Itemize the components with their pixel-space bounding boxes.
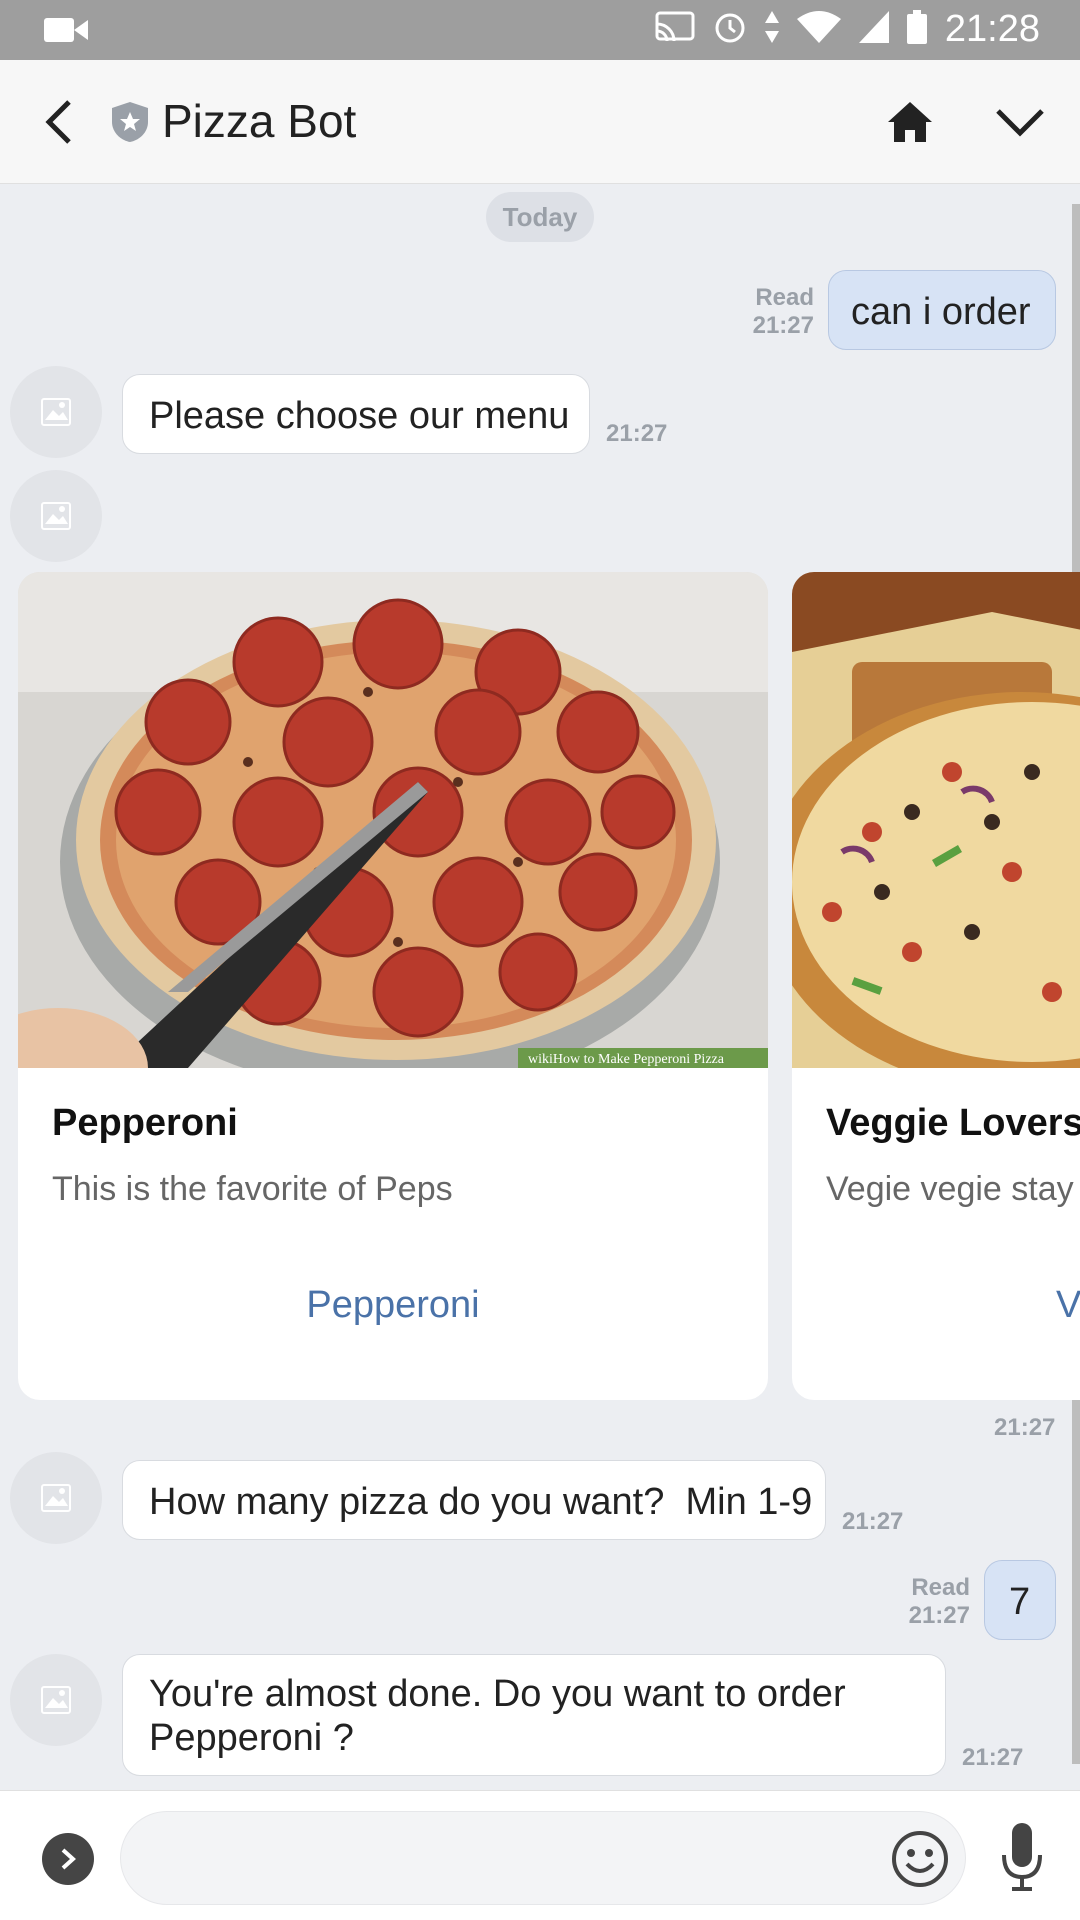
back-button[interactable] bbox=[28, 92, 88, 152]
data-arrows-icon bbox=[764, 11, 779, 48]
home-button[interactable] bbox=[880, 92, 940, 152]
wifi-icon bbox=[796, 11, 841, 48]
bot-message-bubble: Please choose our menu bbox=[122, 374, 590, 454]
message-time: 21:27 bbox=[994, 1414, 1056, 1441]
message-text: 7 bbox=[1009, 1581, 1031, 1623]
message-meta: Read 21:27 bbox=[894, 1574, 970, 1629]
bot-shield-icon bbox=[110, 100, 150, 149]
image-caption: wikiHow to Make Pepperoni Pizza bbox=[528, 1052, 725, 1067]
user-message-bubble: can i order bbox=[828, 270, 1056, 350]
expand-button[interactable] bbox=[42, 1833, 94, 1885]
card-action-button[interactable]: V bbox=[1056, 1284, 1080, 1327]
read-receipt: Read bbox=[911, 1574, 970, 1601]
expand-arrow-icon bbox=[61, 1848, 76, 1870]
message-time: 21:27 bbox=[752, 311, 814, 339]
message-text-line: Pepperoni ? bbox=[149, 1716, 354, 1759]
clock: 21:28 bbox=[944, 8, 1040, 50]
signal-icon bbox=[858, 11, 889, 48]
carousel-card-veggie[interactable]: Veggie Lovers Vegie vegie stay V bbox=[792, 572, 1080, 1400]
cast-icon bbox=[655, 11, 695, 48]
alarm-icon bbox=[713, 10, 747, 49]
microphone-icon bbox=[1002, 1823, 1042, 1891]
bot-message-bubble: You're almost done. Do you want to order… bbox=[122, 1654, 946, 1776]
message-time: 21:27 bbox=[908, 1601, 970, 1629]
carousel-card-pepperoni[interactable]: wikiHow to Make Pepperoni Pizza Pepperon… bbox=[18, 572, 768, 1400]
card-action-button[interactable]: Pepperoni bbox=[18, 1284, 768, 1327]
bot-avatar[interactable] bbox=[10, 470, 102, 562]
chat-header: Pizza Bot bbox=[0, 60, 1080, 184]
bot-avatar[interactable] bbox=[10, 1654, 102, 1746]
bot-message-bubble: How many pizza do you want? Min 1-9 bbox=[122, 1460, 826, 1540]
message-meta: Read 21:27 bbox=[738, 284, 814, 339]
bot-avatar[interactable] bbox=[10, 1452, 102, 1544]
card-title: Veggie Lovers bbox=[826, 1102, 1080, 1144]
message-input-bar bbox=[0, 1790, 1080, 1920]
message-text: Please choose our menu bbox=[149, 395, 570, 437]
message-text-line: You're almost done. Do you want to order bbox=[149, 1673, 846, 1715]
veggie-pizza-image bbox=[792, 572, 1080, 1068]
status-bar: 21:28 bbox=[0, 0, 1080, 60]
image-placeholder-icon bbox=[41, 1484, 71, 1512]
pepperoni-pizza-image: wikiHow to Make Pepperoni Pizza bbox=[18, 572, 768, 1068]
video-icon bbox=[44, 16, 88, 49]
microphone-button[interactable] bbox=[992, 1819, 1052, 1899]
message-time: 21:27 bbox=[842, 1508, 904, 1535]
message-text: can i order bbox=[851, 291, 1031, 333]
chat-title: Pizza Bot bbox=[162, 95, 357, 147]
card-title: Pepperoni bbox=[52, 1102, 238, 1144]
emoji-icon bbox=[892, 1831, 948, 1887]
user-message-bubble: 7 bbox=[984, 1560, 1056, 1640]
image-placeholder-icon bbox=[41, 502, 71, 530]
image-placeholder-icon bbox=[41, 398, 71, 426]
emoji-button[interactable] bbox=[890, 1829, 950, 1889]
message-time: 21:27 bbox=[606, 420, 668, 447]
back-arrow-icon bbox=[45, 100, 71, 144]
home-icon bbox=[888, 102, 932, 142]
image-placeholder-icon bbox=[41, 1686, 71, 1714]
message-time: 21:27 bbox=[962, 1744, 1024, 1771]
bot-avatar[interactable] bbox=[10, 366, 102, 458]
message-input[interactable] bbox=[120, 1811, 966, 1905]
date-separator: Today bbox=[486, 192, 594, 242]
battery-icon bbox=[906, 10, 927, 49]
message-text: How many pizza do you want? Min 1-9 bbox=[149, 1481, 813, 1523]
chevron-down-icon bbox=[996, 109, 1044, 137]
card-description: Vegie vegie stay bbox=[826, 1170, 1074, 1208]
collapse-button[interactable] bbox=[990, 92, 1050, 152]
read-receipt: Read bbox=[755, 284, 814, 311]
card-description: This is the favorite of Peps bbox=[52, 1170, 453, 1208]
